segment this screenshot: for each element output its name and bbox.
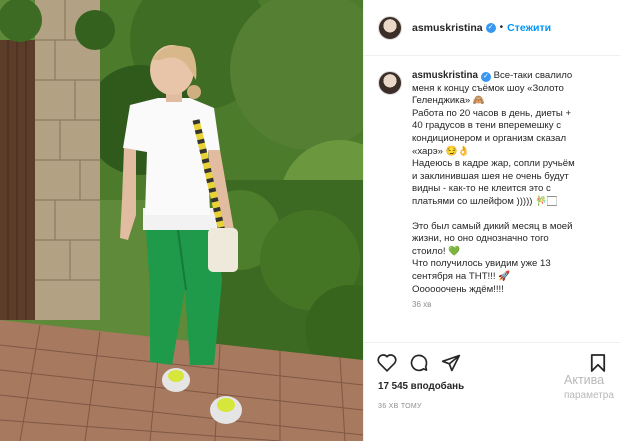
caption-line: Это был самый дикий месяц в моей xyxy=(412,220,573,232)
caption-line: Работа по 20 часов в день, диеты + xyxy=(412,107,572,119)
avatar[interactable] xyxy=(378,15,402,40)
likes-count[interactable]: 17 545 вподобань xyxy=(378,381,464,392)
caption-line: платьями со шлейфом ))))) 🎋🏻 xyxy=(412,195,557,207)
caption-line: «харэ» 😏👌 xyxy=(412,145,470,157)
comments-area[interactable]: asmuskristina ✓ Все-таки свалило меня к к… xyxy=(364,56,620,342)
caption-line: сентября на ТНТ!!! 🚀 xyxy=(412,270,511,282)
caption-line: asmuskristina ✓ Все-таки свалило xyxy=(412,70,573,82)
caption-line: жизни, но оно однозначно того xyxy=(412,233,549,245)
caption-line: стоило! 💚 xyxy=(412,245,461,257)
like-button[interactable] xyxy=(376,352,398,374)
caption-line: 40 градусов в тени вперемешку с xyxy=(412,120,561,132)
caption-line: Геленджика» 🙈 xyxy=(412,95,485,107)
watermark-line-2: параметра xyxy=(564,390,614,401)
heart-icon xyxy=(377,354,397,372)
caption-line: кондиционером и организм сказал xyxy=(412,132,567,144)
separator-dot: • xyxy=(499,22,504,33)
caption-gap xyxy=(412,209,607,221)
post-sidebar: asmuskristina ✓ • Стежити asmuskristina ✓… xyxy=(363,0,620,441)
caption-line: Что получилось увидим уже 13 xyxy=(412,258,551,270)
username-link[interactable]: asmuskristina xyxy=(412,22,483,34)
caption-line: меня к концу съёмок шоу «Золото xyxy=(412,82,564,94)
caption: asmuskristina ✓ Все-таки свалило меня к к… xyxy=(378,70,607,296)
follow-button[interactable]: Стежити xyxy=(507,22,551,34)
watermark-line-1: Актива xyxy=(564,373,605,387)
save-button[interactable] xyxy=(587,352,609,374)
comment-icon xyxy=(410,354,428,371)
caption-line: Надеюсь в кадре жар, сопли ручьём xyxy=(412,158,575,170)
post-photo[interactable] xyxy=(0,0,363,441)
post-timestamp[interactable]: 36 ХВ ТОМУ xyxy=(378,403,422,410)
caption-text: asmuskristina ✓ Все-таки свалило меня к к… xyxy=(412,70,607,296)
caption-username-link[interactable]: asmuskristina xyxy=(412,70,478,81)
verified-badge-icon: ✓ xyxy=(485,22,496,33)
photo-illustration xyxy=(0,0,363,441)
activation-watermark: Актива параметра xyxy=(564,372,614,404)
caption-time: 36 хв xyxy=(412,300,432,310)
caption-line: видны - как-то не клеится это с xyxy=(412,183,551,195)
post-header: asmuskristina ✓ • Стежити xyxy=(364,0,620,56)
bookmark-icon xyxy=(590,353,606,372)
caption-line: и заклинившая шея не очень будут xyxy=(412,170,569,182)
caption-line: Оооооочень ждём!!!! xyxy=(412,283,504,295)
share-button[interactable] xyxy=(440,352,462,374)
share-icon xyxy=(441,354,461,371)
comment-button[interactable] xyxy=(408,352,430,374)
caption-avatar[interactable] xyxy=(378,71,402,95)
verified-badge-icon: ✓ xyxy=(480,72,491,82)
